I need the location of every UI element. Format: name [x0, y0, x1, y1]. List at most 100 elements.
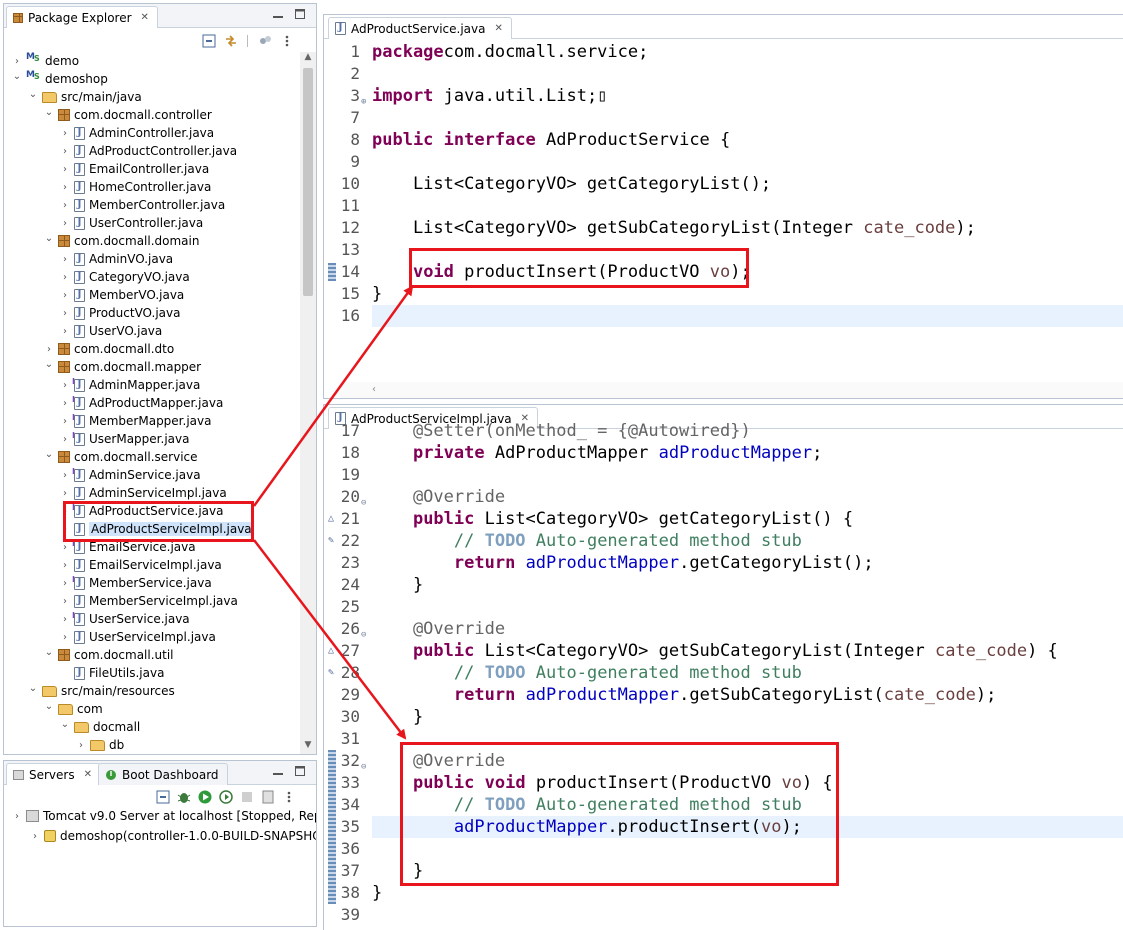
tree-item[interactable]: › MemberServiceImpl.java	[60, 592, 238, 610]
tree-item[interactable]: › AdminService.java	[60, 466, 201, 484]
maximize-icon[interactable]	[294, 8, 306, 20]
chevron-right-icon[interactable]: ›	[60, 596, 70, 607]
code-line[interactable]: 30 }	[324, 706, 1123, 728]
profile-icon[interactable]	[219, 790, 233, 804]
chevron-down-icon[interactable]: ⌄	[44, 647, 54, 658]
chevron-down-icon[interactable]: ⌄	[44, 107, 54, 118]
code-line[interactable]: 17 @Setter(onMethod_ = {@Autowired})	[324, 420, 1123, 442]
tree-item[interactable]: ⌄ com	[44, 700, 103, 718]
tree-item[interactable]: › AdminMapper.java	[60, 376, 200, 394]
chevron-right-icon[interactable]: ›	[30, 831, 40, 842]
chevron-right-icon[interactable]: ›	[60, 416, 70, 427]
server-item[interactable]: › Tomcat v9.0 Server at localhost [Stoppe…	[12, 807, 316, 825]
code-line[interactable]: 7	[324, 107, 1123, 129]
code-line[interactable]: 3 ⊕ import java.util.List;▯	[324, 85, 1123, 107]
chevron-down-icon[interactable]: ⌄	[44, 701, 54, 712]
chevron-right-icon[interactable]: ›	[60, 380, 70, 391]
focus-icon[interactable]	[258, 34, 272, 48]
code-line[interactable]: 19	[324, 464, 1123, 486]
code-line[interactable]: 39	[324, 904, 1123, 926]
task-marker-icon[interactable]: ✎	[328, 530, 334, 552]
chevron-right-icon[interactable]: ›	[76, 740, 86, 751]
tab-boot-dashboard[interactable]: Boot Dashboard	[98, 763, 228, 785]
tree-item[interactable]: › ProductVO.java	[60, 304, 180, 322]
code-line[interactable]: 20 ⊖ @Override	[324, 486, 1123, 508]
tree-item[interactable]: › MemberMapper.java	[60, 412, 211, 430]
chevron-right-icon[interactable]: ›	[60, 200, 70, 211]
tree-item[interactable]: ⌄ com.docmall.mapper	[44, 358, 201, 376]
tab-adproductservice[interactable]: AdProductService.java ✕	[328, 17, 512, 39]
horizontal-scrollbar[interactable]: ‹	[340, 382, 1123, 398]
chevron-right-icon[interactable]: ›	[60, 272, 70, 283]
code-line[interactable]: 28 ✎ // TODO Auto-generated method stub	[324, 662, 1123, 684]
code-line[interactable]: 9	[324, 151, 1123, 173]
tree-item[interactable]: › AdminController.java	[60, 124, 214, 142]
tree-item[interactable]: ⌄ demoshop	[12, 70, 108, 88]
tree-item[interactable]: › UserServiceImpl.java	[60, 628, 216, 646]
maximize-icon[interactable]	[294, 765, 306, 777]
chevron-right-icon[interactable]: ›	[60, 290, 70, 301]
tree-item[interactable]: › UserController.java	[60, 214, 203, 232]
view-menu-icon[interactable]	[280, 34, 294, 48]
tree-item[interactable]: › HomeController.java	[60, 178, 211, 196]
tree-item[interactable]: › AdminServiceImpl.java	[60, 484, 227, 502]
tree-item[interactable]: › AdminVO.java	[60, 250, 173, 268]
tree-item[interactable]: › MemberController.java	[60, 196, 225, 214]
close-icon[interactable]: ✕	[494, 23, 502, 34]
chevron-down-icon[interactable]: ⌄	[28, 89, 38, 100]
chevron-right-icon[interactable]: ›	[60, 326, 70, 337]
code-line[interactable]: 1 packagecom.docmall.service;	[324, 41, 1123, 63]
chevron-right-icon[interactable]: ›	[60, 182, 70, 193]
tree-item[interactable]: ⌄ docmall	[60, 718, 140, 736]
scrollbar-thumb[interactable]	[303, 68, 313, 296]
tree-item[interactable]: ⌄ src/main/resources	[28, 682, 175, 700]
close-icon[interactable]: ✕	[141, 12, 149, 23]
server-item[interactable]: › demoshop(controller-1.0.0-BUILD-SNAPSHO…	[30, 827, 316, 845]
code-editor-top[interactable]: 1 packagecom.docmall.service; 2 3 ⊕ import ja…	[324, 41, 1123, 381]
chevron-right-icon[interactable]: ›	[60, 146, 70, 157]
stop-server-icon[interactable]	[240, 790, 254, 804]
chevron-down-icon[interactable]: ⌄	[60, 719, 70, 730]
tree-item[interactable]: › EmailServiceImpl.java	[60, 556, 222, 574]
chevron-right-icon[interactable]: ›	[60, 164, 70, 175]
tree-item[interactable]: › CategoryVO.java	[60, 268, 190, 286]
minimize-icon[interactable]	[272, 765, 284, 777]
code-line[interactable]: 22 ✎ // TODO Auto-generated method stub	[324, 530, 1123, 552]
code-line[interactable]: 26 ⊖ @Override	[324, 618, 1123, 640]
chevron-right-icon[interactable]: ›	[60, 632, 70, 643]
chevron-right-icon[interactable]: ›	[60, 434, 70, 445]
code-line[interactable]: 25	[324, 596, 1123, 618]
tree-item[interactable]: › UserVO.java	[60, 322, 162, 340]
chevron-right-icon[interactable]: ›	[60, 488, 70, 499]
code-line[interactable]: 27 △ public List<CategoryVO> getSubCatego…	[324, 640, 1123, 662]
scroll-up-icon[interactable]: ▲	[300, 52, 316, 66]
tree-item[interactable]: ⌄ com.docmall.domain	[44, 232, 200, 250]
tree-item[interactable]: FileUtils.java	[60, 664, 164, 682]
override-marker-icon[interactable]: △	[328, 508, 334, 530]
minimize-icon[interactable]	[272, 8, 284, 20]
scroll-down-icon[interactable]: ▼	[300, 740, 316, 754]
tab-servers[interactable]: Servers ✕	[6, 763, 101, 785]
chevron-down-icon[interactable]: ⌄	[28, 683, 38, 694]
debug-icon[interactable]	[177, 790, 191, 804]
chevron-down-icon[interactable]: ⌄	[44, 359, 54, 370]
code-line[interactable]: 23 return adProductMapper.getCategoryLis…	[324, 552, 1123, 574]
tree-item[interactable]: › db	[76, 736, 124, 754]
chevron-right-icon[interactable]: ›	[12, 56, 22, 67]
tree-item[interactable]: ⌄ com.docmall.util	[44, 646, 174, 664]
chevron-right-icon[interactable]: ›	[60, 560, 70, 571]
view-menu-icon[interactable]	[282, 790, 296, 804]
chevron-down-icon[interactable]: ⌄	[12, 71, 22, 82]
publish-icon[interactable]	[261, 790, 275, 804]
chevron-right-icon[interactable]: ›	[60, 542, 70, 553]
tree-item[interactable]: › AdProductMapper.java	[60, 394, 223, 412]
tree-item[interactable]: › MemberService.java	[60, 574, 212, 592]
chevron-down-icon[interactable]: ⌄	[44, 449, 54, 460]
code-line[interactable]: 11	[324, 195, 1123, 217]
tree-item[interactable]: ⌄ src/main/java	[28, 88, 142, 106]
tree-item[interactable]: › MemberVO.java	[60, 286, 184, 304]
package-explorer-scrollbar[interactable]: ▲ ▼	[300, 52, 316, 754]
chevron-right-icon[interactable]: ›	[60, 614, 70, 625]
tree-item[interactable]: › EmailController.java	[60, 160, 209, 178]
chevron-right-icon[interactable]: ›	[12, 811, 22, 822]
